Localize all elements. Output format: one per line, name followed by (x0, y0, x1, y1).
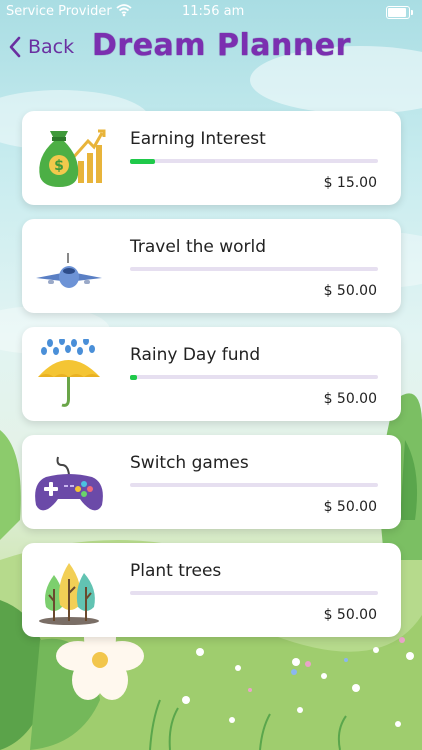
progress-track (130, 374, 378, 380)
goal-amount: $ 50.00 (323, 499, 377, 515)
goal-card-plant-trees[interactable]: Plant trees $ 50.00 (22, 543, 401, 637)
chevron-left-icon (9, 36, 21, 58)
goal-amount: $ 50.00 (323, 391, 377, 407)
back-button[interactable]: Back (8, 32, 74, 62)
goal-card-switch-games[interactable]: Switch games $ 50.00 (22, 435, 401, 529)
goal-card-earning-interest[interactable]: $ Earning Interest $ 15.00 (22, 111, 401, 205)
status-bar: Service Provider 11:56 am (0, 0, 422, 26)
svg-text:$: $ (54, 158, 64, 174)
goal-name: Plant trees (130, 561, 222, 581)
progress-fill (130, 158, 155, 164)
progress-track (130, 158, 378, 164)
umbrella-icon (32, 337, 106, 409)
money-bag-icon: $ (32, 123, 106, 193)
trees-icon (32, 555, 106, 625)
wifi-icon (116, 3, 132, 21)
goal-amount: $ 50.00 (323, 607, 377, 623)
clock-label: 11:56 am (182, 4, 245, 19)
goal-card-travel-the-world[interactable]: Travel the world $ 50.00 (22, 219, 401, 313)
nav-bar: Back Dream Planner (0, 28, 422, 68)
page-title: Dream Planner (92, 28, 351, 63)
goal-name: Rainy Day fund (130, 345, 261, 365)
airplane-icon (32, 231, 106, 301)
goal-name: Switch games (130, 453, 249, 473)
progress-fill (130, 374, 138, 380)
goal-amount: $ 15.00 (323, 175, 377, 191)
progress-track (130, 591, 378, 595)
game-controller-icon (32, 447, 106, 517)
progress-track (130, 267, 378, 271)
battery-icon (386, 6, 413, 19)
goal-name: Travel the world (130, 237, 267, 257)
goal-card-rainy-day-fund[interactable]: Rainy Day fund $ 50.00 (22, 327, 401, 421)
goal-amount: $ 50.00 (323, 283, 377, 299)
back-label: Back (28, 36, 75, 58)
progress-track (130, 483, 378, 487)
goal-name: Earning Interest (130, 129, 266, 149)
carrier-label: Service Provider (6, 4, 112, 19)
